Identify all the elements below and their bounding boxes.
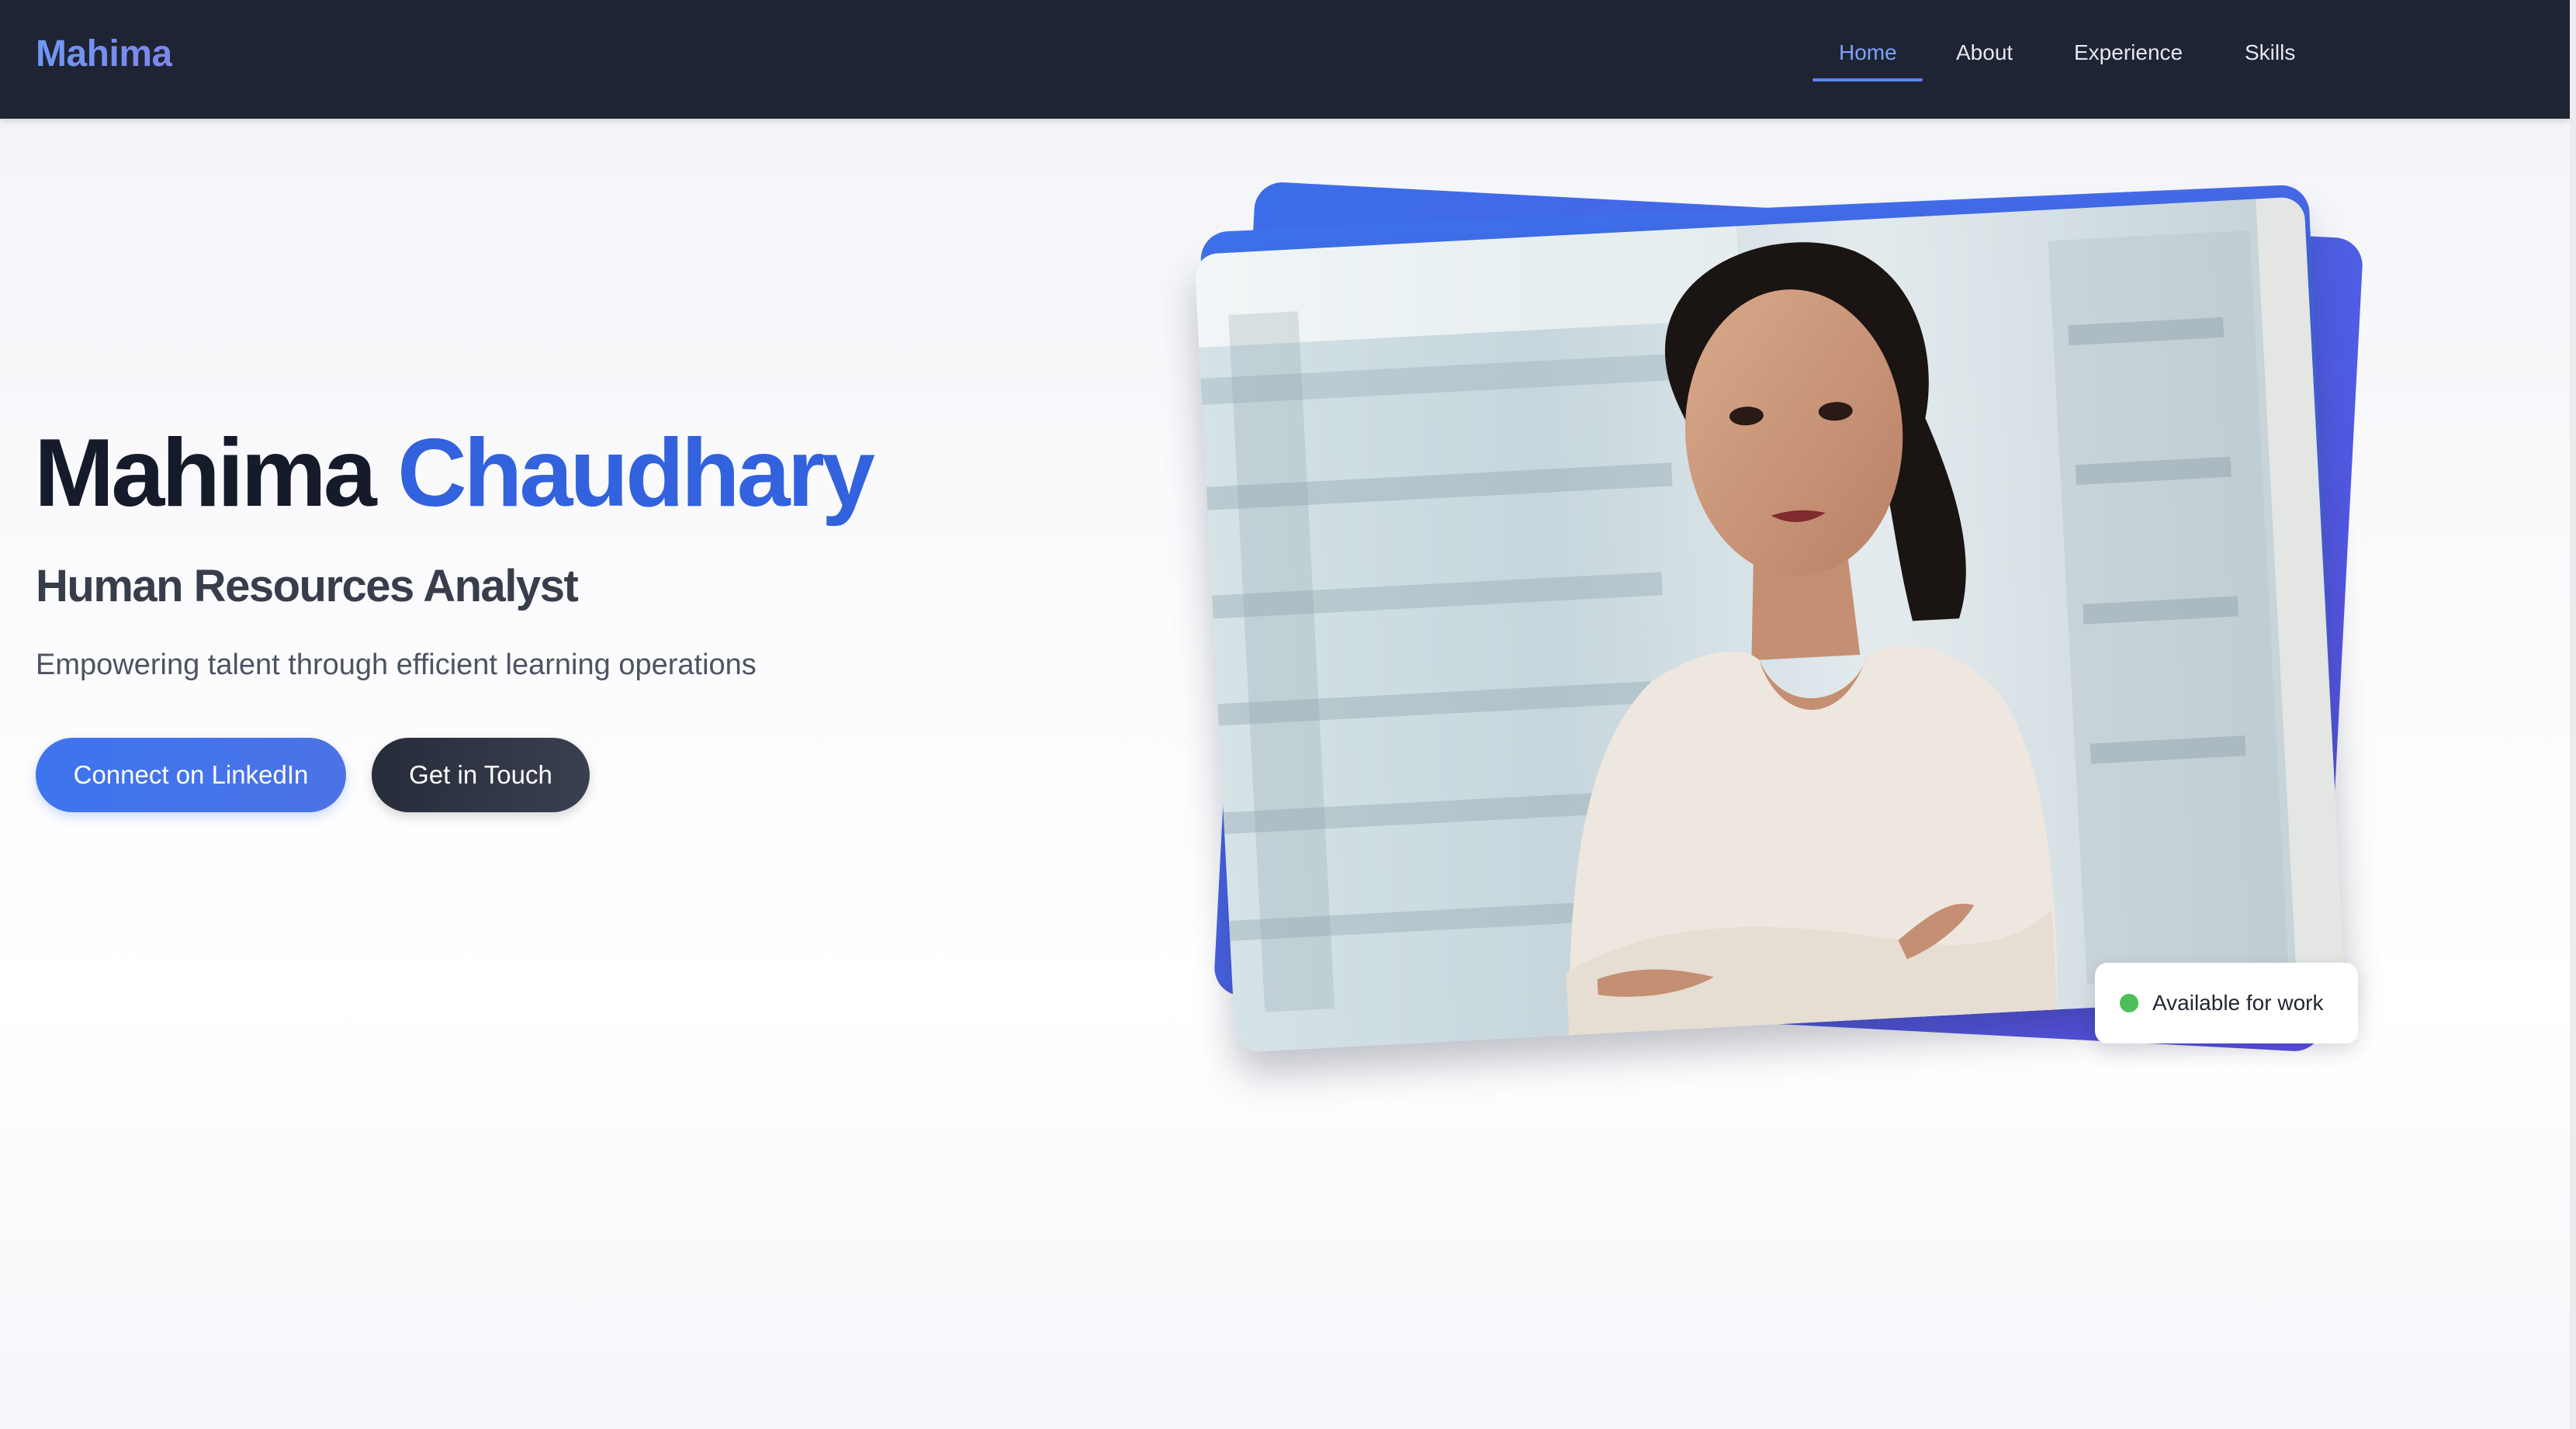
top-navbar: Mahima Home About Experience Skills <box>0 0 2570 119</box>
scrollbar-track[interactable] <box>2570 0 2576 1429</box>
hero-name: Mahima Chaudhary <box>34 425 875 521</box>
nav-link-skills[interactable]: Skills <box>2245 40 2295 65</box>
hero-tagline: Empowering talent through efficient lear… <box>36 649 757 681</box>
active-nav-underline <box>1813 78 1923 81</box>
profile-photo-illustration <box>1194 196 2346 1053</box>
nav-link-home[interactable]: Home <box>1839 40 1897 65</box>
nav-link-experience[interactable]: Experience <box>2074 40 2183 65</box>
nav-link-about[interactable]: About <box>1956 40 2013 65</box>
page: Mahima Home About Experience Skills Mahi… <box>0 0 2576 1429</box>
profile-photo <box>1194 196 2346 1053</box>
status-dot-icon <box>2120 994 2138 1012</box>
availability-badge: Available for work <box>2095 963 2358 1043</box>
get-in-touch-button[interactable]: Get in Touch <box>372 738 590 812</box>
connect-linkedin-button[interactable]: Connect on LinkedIn <box>36 738 346 812</box>
hero-first-name: Mahima <box>34 420 377 527</box>
availability-text: Available for work <box>2152 991 2324 1015</box>
hero-role: Human Resources Analyst <box>36 561 579 611</box>
nav-links: Home About Experience Skills <box>0 0 2570 119</box>
hero-last-name: Chaudhary <box>397 420 875 527</box>
